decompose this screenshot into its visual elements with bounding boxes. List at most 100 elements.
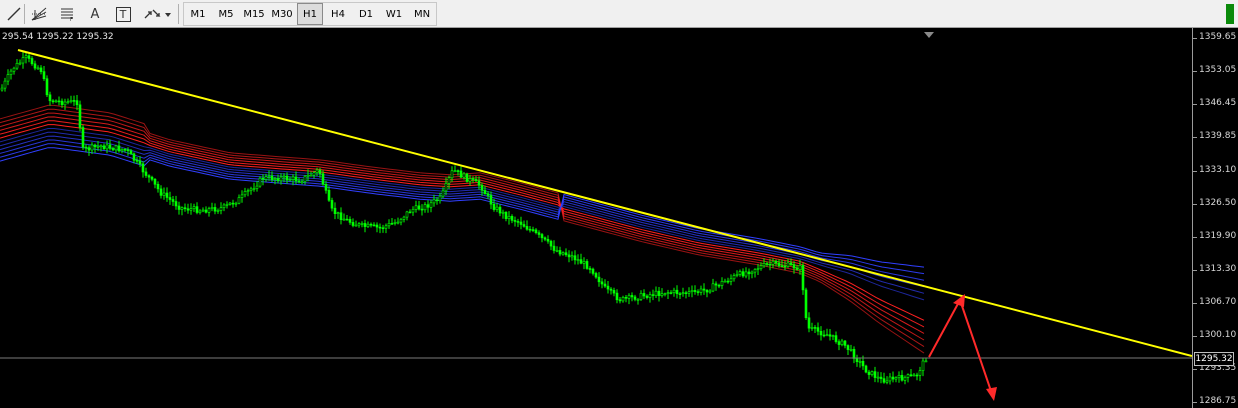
candle-body [351,222,355,226]
chart-shift-marker[interactable] [924,32,934,38]
chart-canvas[interactable] [0,28,1193,408]
candle-body [354,224,358,227]
candle-body [375,224,379,228]
tab-m15[interactable]: M15 [241,3,267,25]
candle-body [435,199,439,202]
candle-body [321,173,325,185]
candle-body [591,268,595,274]
candle-body [729,278,733,282]
candle-body [513,220,517,222]
ma-line-blue [0,139,925,281]
candle-body [153,178,157,185]
candle-body [582,261,586,264]
candle-body [912,374,916,377]
tab-h1[interactable]: H1 [297,3,323,25]
tab-m5[interactable]: M5 [213,3,239,25]
forecast-arrows [928,294,997,401]
candle-body [783,265,787,268]
tab-h4[interactable]: H4 [325,3,351,25]
candle-body [453,170,457,172]
ma-line-blue [0,128,925,301]
candle-body [831,335,835,337]
candle-body [489,195,493,205]
ma-line-red [0,112,925,341]
candle-body [246,190,250,192]
candle-body [597,276,601,283]
tab-w1[interactable]: W1 [381,3,407,25]
text-tool-icon[interactable]: A [84,3,106,25]
candle-body [348,219,352,223]
candle-body [390,223,394,225]
candle-body [156,184,160,190]
candle-body [282,175,286,178]
candle-body [30,58,34,65]
price-label: 1359.65 [1199,32,1237,42]
candle-body [372,224,376,227]
candle-body [552,245,556,251]
candle-body [369,223,373,226]
candle-body [624,296,628,299]
candle-body [24,55,28,58]
candle-body [645,295,649,298]
candle-body [594,273,598,278]
candle-body [378,226,382,229]
candle-body [741,271,745,277]
price-label: 1339.85 [1199,131,1237,141]
candle-body [318,169,322,175]
text-label-icon[interactable]: T [112,3,134,25]
candle-body [882,378,886,383]
tab-d1[interactable]: D1 [353,3,379,25]
tab-m30[interactable]: M30 [269,3,295,25]
candle-body [723,280,727,283]
tab-m1[interactable]: M1 [185,3,211,25]
candle-body [786,262,790,267]
price-label: 1326.50 [1199,198,1237,208]
candle-body [834,335,838,342]
candle-body [573,255,577,261]
candle-body [429,202,433,208]
candle-body [651,294,655,296]
candle-body [576,259,580,261]
candle-body [33,63,37,69]
ma-line-blue [0,143,925,275]
candle-body [483,190,487,194]
candle-body [858,360,862,363]
price-axis[interactable]: 1359.65 1353.05 1346.45 1339.85 1333.10 … [1192,28,1238,408]
fibonacci-retracement-icon[interactable]: F [56,3,78,25]
candle-body [219,207,223,211]
candle-body [495,206,499,210]
candle-body [39,67,43,73]
candle-body [342,218,346,221]
candle-body [657,290,661,297]
arrows-icon[interactable] [140,3,174,25]
candle-body [90,144,94,151]
candle-body [504,211,508,219]
candle-body [144,171,148,176]
trendline[interactable] [17,49,1193,357]
candle-body [414,205,418,210]
candle-body [330,200,334,209]
fibonacci-fan-icon[interactable] [28,3,50,25]
candle-body [108,144,112,149]
candle-body [213,207,217,212]
candle-body [849,348,853,351]
candle-body [717,284,721,287]
price-chart[interactable]: 295.54 1295.22 1295.32 1359.65 1353.05 1… [0,28,1238,408]
candle-body [561,252,565,255]
tab-mn[interactable]: MN [409,3,435,25]
candle-body [18,62,22,65]
candle-body [15,62,19,69]
candle-body [222,204,226,209]
candle-body [918,370,922,376]
candle-body [726,280,730,283]
candle-body [276,178,280,182]
svg-text:F: F [70,17,73,22]
price-label: 1300.10 [1199,330,1237,340]
candle-body [699,288,703,293]
candle-body [159,188,163,196]
line-tool-icon[interactable] [3,3,25,25]
candle-body [84,146,88,149]
candle-body [537,232,541,235]
candle-body [765,263,769,265]
candle-body [201,209,205,212]
